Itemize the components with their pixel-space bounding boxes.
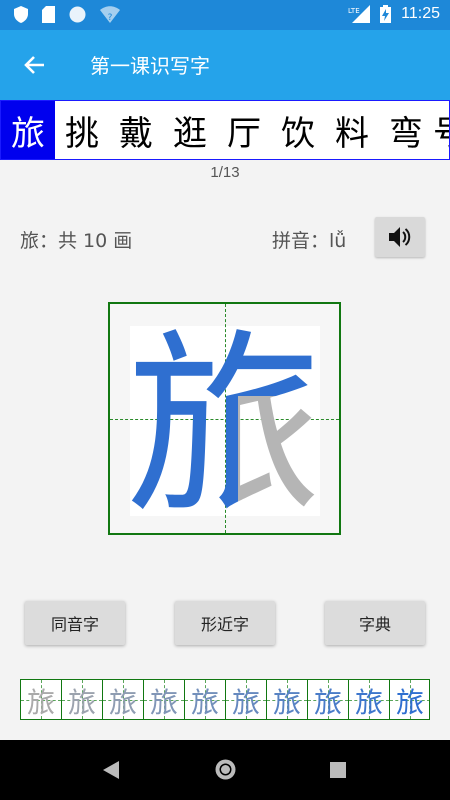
circle-icon — [69, 6, 86, 23]
stroke-order-character: 旅 — [190, 685, 219, 719]
shield-icon — [14, 6, 28, 23]
stroke-order-character: 旅 — [231, 685, 260, 719]
pinyin-label: 拼音：lǚ — [272, 230, 347, 252]
stroke-order-cell: 旅 — [103, 680, 144, 719]
sd-card-icon — [42, 6, 55, 23]
app-bar: 第一课识写字 — [0, 30, 450, 100]
stroke-order-cell: 旅 — [62, 680, 103, 719]
status-time: 11:25 — [401, 5, 440, 22]
stroke-order-cell: 旅 — [21, 680, 62, 719]
char-item-active[interactable]: 旅 — [1, 101, 55, 159]
char-item[interactable]: 逛 — [163, 101, 217, 159]
stroke-order-character: 旅 — [149, 685, 178, 719]
practice-character: 旅 旅 旅 — [126, 313, 322, 533]
writing-practice-grid[interactable]: 旅 旅 旅 — [108, 302, 341, 535]
back-triangle-icon[interactable] — [102, 760, 120, 780]
back-button[interactable] — [16, 47, 52, 83]
play-sound-button[interactable] — [375, 217, 425, 257]
char-item[interactable]: 料 — [325, 101, 379, 159]
stroke-order-character: 旅 — [354, 685, 383, 719]
lte-signal-icon: LTE — [348, 5, 371, 23]
stroke-order-cell: 旅 — [185, 680, 226, 719]
home-circle-icon[interactable] — [213, 757, 238, 782]
arrow-left-icon — [24, 56, 44, 74]
page-title: 第一课识写字 — [90, 54, 210, 78]
stroke-order-strip: 旅旅旅旅旅旅旅旅旅旅 — [20, 679, 430, 720]
stroke-order-character: 旅 — [395, 685, 424, 719]
status-left-icons: ? — [14, 6, 120, 23]
similar-form-button[interactable]: 形近字 — [175, 601, 275, 645]
char-item[interactable]: 戴 — [109, 101, 163, 159]
stroke-order-character: 旅 — [67, 685, 96, 719]
status-right-icons: LTE 11:25 — [348, 5, 440, 23]
char-item[interactable]: 弯 — [379, 101, 433, 159]
stroke-order-cell: 旅 — [349, 680, 390, 719]
char-item[interactable]: 厅 — [217, 101, 271, 159]
stroke-order-cell: 旅 — [390, 680, 429, 719]
status-bar: ? LTE 11:25 — [0, 0, 450, 30]
speaker-icon — [389, 227, 411, 247]
page-counter: 1/13 — [210, 164, 240, 181]
svg-text:?: ? — [108, 13, 113, 23]
stroke-order-character: 旅 — [108, 685, 137, 719]
char-item[interactable]: 饮 — [271, 101, 325, 159]
battery-charging-icon — [380, 5, 392, 23]
stroke-order-character: 旅 — [272, 685, 301, 719]
recents-square-icon[interactable] — [329, 761, 347, 779]
system-nav-bar — [0, 740, 450, 800]
svg-text:LTE: LTE — [348, 7, 360, 15]
stroke-order-cell: 旅 — [226, 680, 267, 719]
stroke-count-label: 旅：共 10 画 — [20, 230, 133, 252]
stroke-order-character: 旅 — [313, 685, 342, 719]
stroke-order-character: 旅 — [26, 685, 55, 719]
stroke-order-cell: 旅 — [308, 680, 349, 719]
dictionary-button[interactable]: 字典 — [325, 601, 425, 645]
homophone-button[interactable]: 同音字 — [25, 601, 125, 645]
stroke-order-cell: 旅 — [267, 680, 308, 719]
char-item-partial[interactable]: 号 — [433, 101, 449, 159]
wifi-unknown-icon: ? — [100, 6, 120, 23]
character-strip[interactable]: 旅 挑 戴 逛 厅 饮 料 弯 号 — [0, 100, 450, 160]
char-item[interactable]: 挑 — [55, 101, 109, 159]
stroke-order-cell: 旅 — [144, 680, 185, 719]
